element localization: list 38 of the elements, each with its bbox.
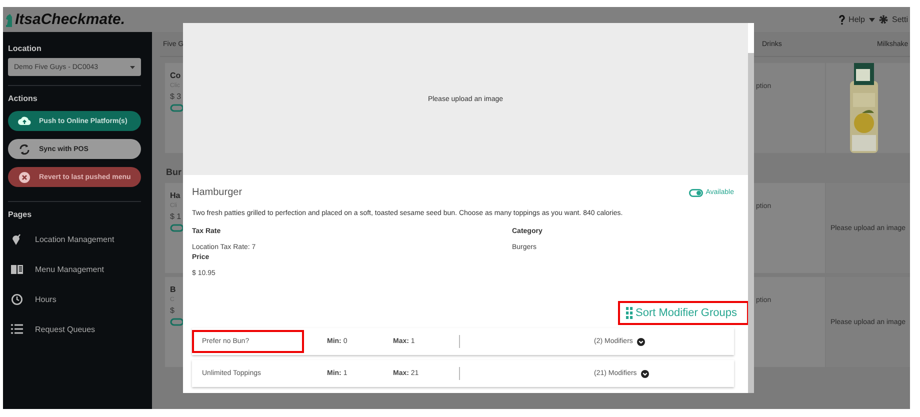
scrollbar[interactable] [748, 53, 754, 393]
question-icon [838, 14, 845, 24]
item-price: $ 3 [170, 92, 182, 101]
nav-item[interactable]: Menu Management [8, 254, 141, 284]
caret-icon [130, 66, 135, 68]
chevron-down-icon[interactable] [636, 338, 645, 346]
section-label: Location [8, 44, 42, 53]
item-title: B [170, 285, 176, 294]
item-price: $ 1 [170, 212, 182, 221]
item-title: Ha [170, 191, 180, 200]
section-heading: Bur [166, 167, 182, 177]
sort-button[interactable]: Sort Modifier Groups [618, 301, 749, 325]
item-title: Co [170, 71, 181, 80]
item-price: $ [170, 306, 174, 315]
nav-item[interactable]: Request Queues [8, 314, 141, 344]
toggle-icon [170, 224, 184, 232]
clock-icon [11, 292, 23, 306]
nav-item[interactable]: Hours [8, 284, 141, 314]
toggle-icon [170, 318, 184, 326]
logo[interactable]: ItsaCheckmate. [15, 11, 126, 28]
item-title: Hamburger [192, 187, 242, 198]
help-link[interactable]: Help [848, 15, 865, 24]
list-icon [11, 322, 23, 336]
gear-icon [879, 15, 888, 24]
book-icon [11, 262, 23, 276]
knight-icon [5, 12, 13, 26]
chevron-down-icon[interactable] [640, 370, 649, 378]
toggle-switch[interactable] [688, 188, 703, 196]
close-circle-icon [18, 170, 31, 184]
grip-icon [626, 307, 633, 319]
sync-icon [18, 142, 31, 156]
section-label: Actions [8, 94, 38, 103]
nav-item[interactable]: Location Management [8, 224, 141, 254]
settings-link[interactable]: Setti [892, 15, 910, 24]
section-label: Pages [8, 210, 33, 219]
toggle-icon [170, 104, 184, 112]
cloud-upload-icon [18, 114, 31, 128]
caret-icon [869, 18, 875, 22]
